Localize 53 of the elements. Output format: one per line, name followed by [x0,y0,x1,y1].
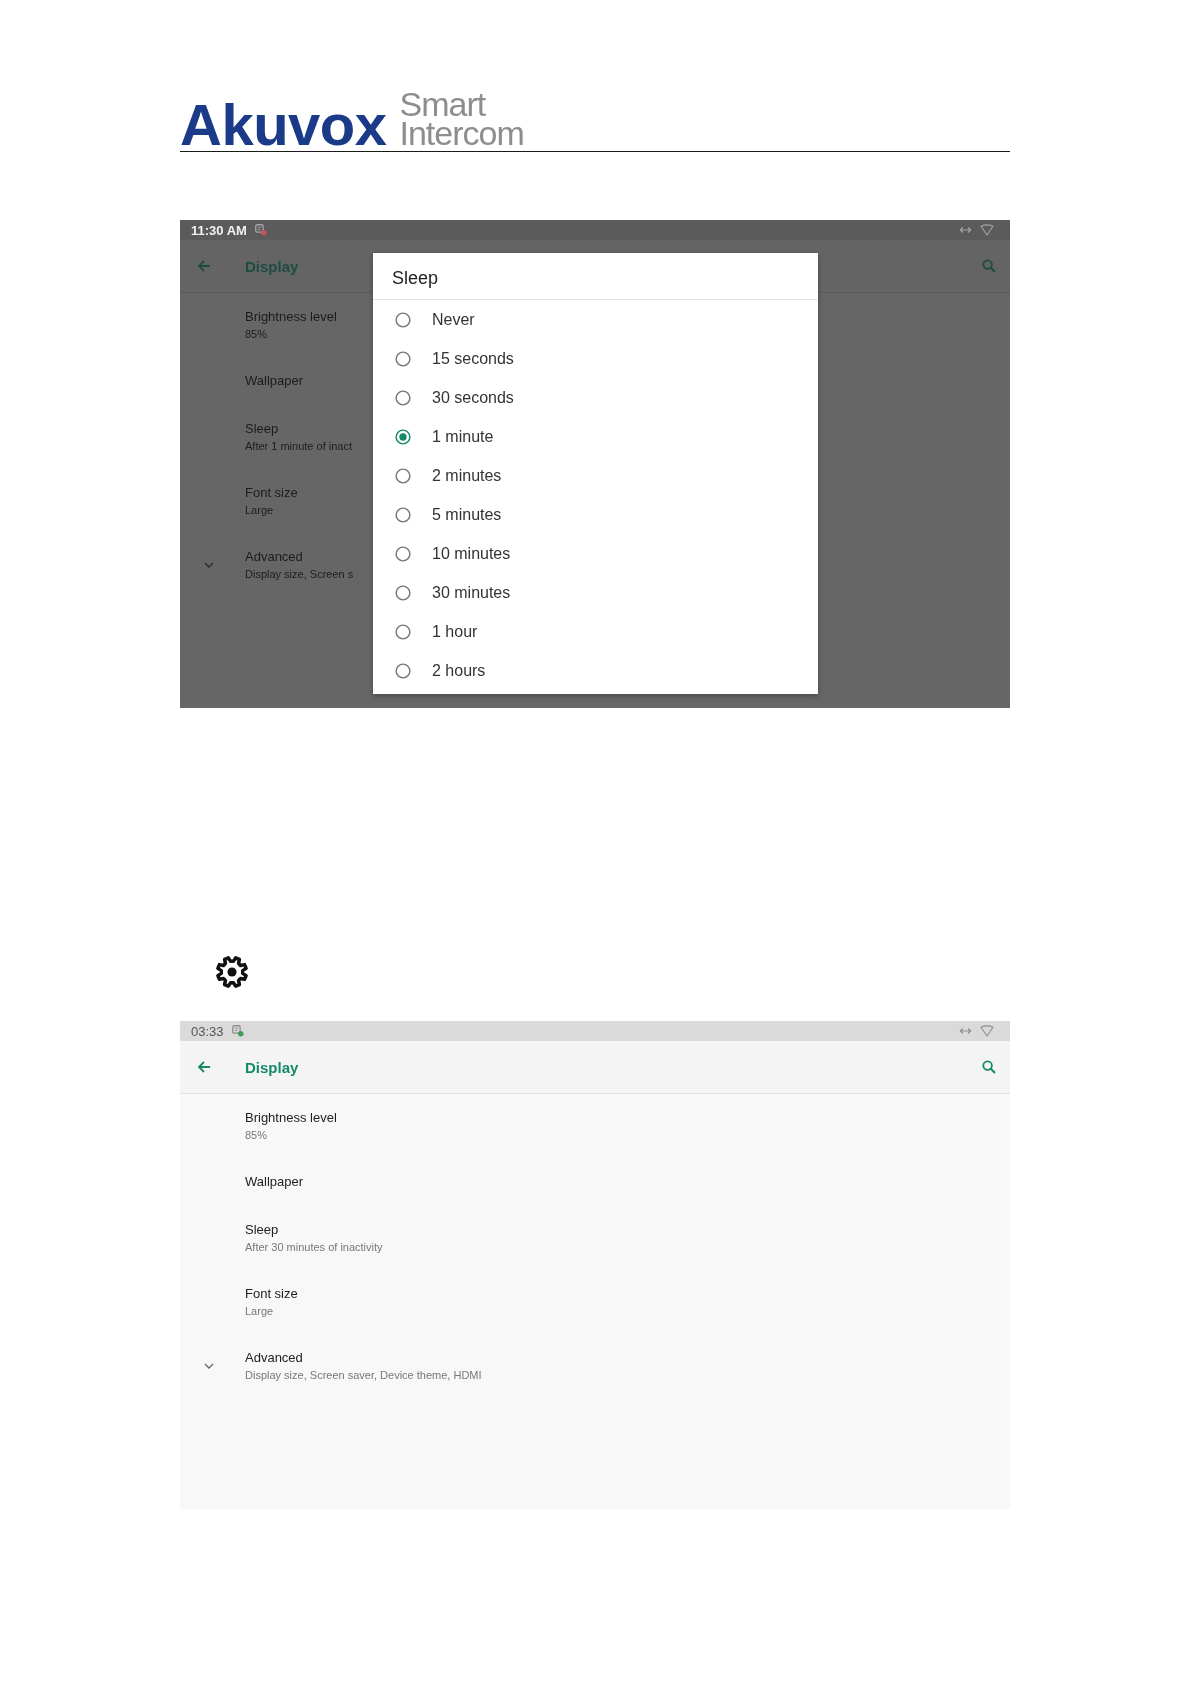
screen-title: Display [245,257,299,275]
search-icon[interactable] [982,1060,996,1074]
radio-option[interactable]: 5 minutes [373,495,818,534]
tagline-text: Intercom [399,119,524,148]
radio-icon[interactable] [395,584,411,601]
setting-summary: After 1 minute of inact [245,439,352,454]
setting-title[interactable]: Sleep [245,1221,279,1239]
radio-option[interactable]: 1 hour [373,612,818,651]
radio-option[interactable]: 10 minutes [373,534,818,573]
setting-title[interactable]: Brightness level [245,1109,337,1127]
brand-name: Akuvox [180,102,387,148]
radio-icon[interactable] [395,545,411,562]
setting-title: Font size [245,484,298,502]
setting-summary: Display size, Screen saver, Device theme, HDMI [245,1368,482,1383]
setting-title[interactable]: Advanced [245,1349,303,1367]
radio-icon[interactable] [395,506,411,523]
gear-icon [215,955,249,989]
radio-option[interactable]: 1 minute [373,417,818,456]
radio-icon[interactable] [395,428,411,445]
screen-title: Display [245,1058,299,1076]
radio-icon[interactable] [395,662,411,679]
setting-summary: Large [245,503,274,518]
setting-summary: 85% [245,1128,268,1143]
tagline-text: Smart [399,90,486,119]
status-time: 11:30 AM [191,222,247,238]
setting-summary: 85% [245,327,268,342]
arrows-icon [959,1026,972,1036]
radio-icon[interactable] [395,389,411,406]
radio-option[interactable]: 2 minutes [373,456,818,495]
setting-title[interactable]: Font size [245,1285,298,1303]
radio-option[interactable]: 30 seconds [373,378,818,417]
setting-title: Brightness level [245,308,337,326]
radio-icon[interactable] [395,467,411,484]
status-time: 03:33 [191,1023,224,1039]
setting-title: Wallpaper [245,372,304,390]
arrows-icon [959,225,972,235]
setting-summary: After 30 minutes of inactivity [245,1240,383,1255]
radio-option[interactable]: 30 minutes [373,573,818,612]
radio-option[interactable]: Never [373,300,818,339]
radio-icon[interactable] [395,350,411,367]
wifi-icon [980,224,994,236]
radio-option[interactable]: 2 hours [373,651,818,690]
setting-summary: Display size, Screen s [245,567,354,582]
setting-title[interactable]: Wallpaper [245,1173,304,1191]
radio-option[interactable]: 15 seconds [373,339,818,378]
back-arrow-icon[interactable] [197,1060,211,1074]
radio-icon[interactable] [395,623,411,640]
setting-title: Sleep [245,420,279,438]
dialog-title: Sleep [392,268,439,289]
setting-summary: Large [245,1304,274,1319]
setting-title: Advanced [245,548,303,566]
wifi-icon [980,1025,994,1037]
radio-icon[interactable] [395,311,411,328]
